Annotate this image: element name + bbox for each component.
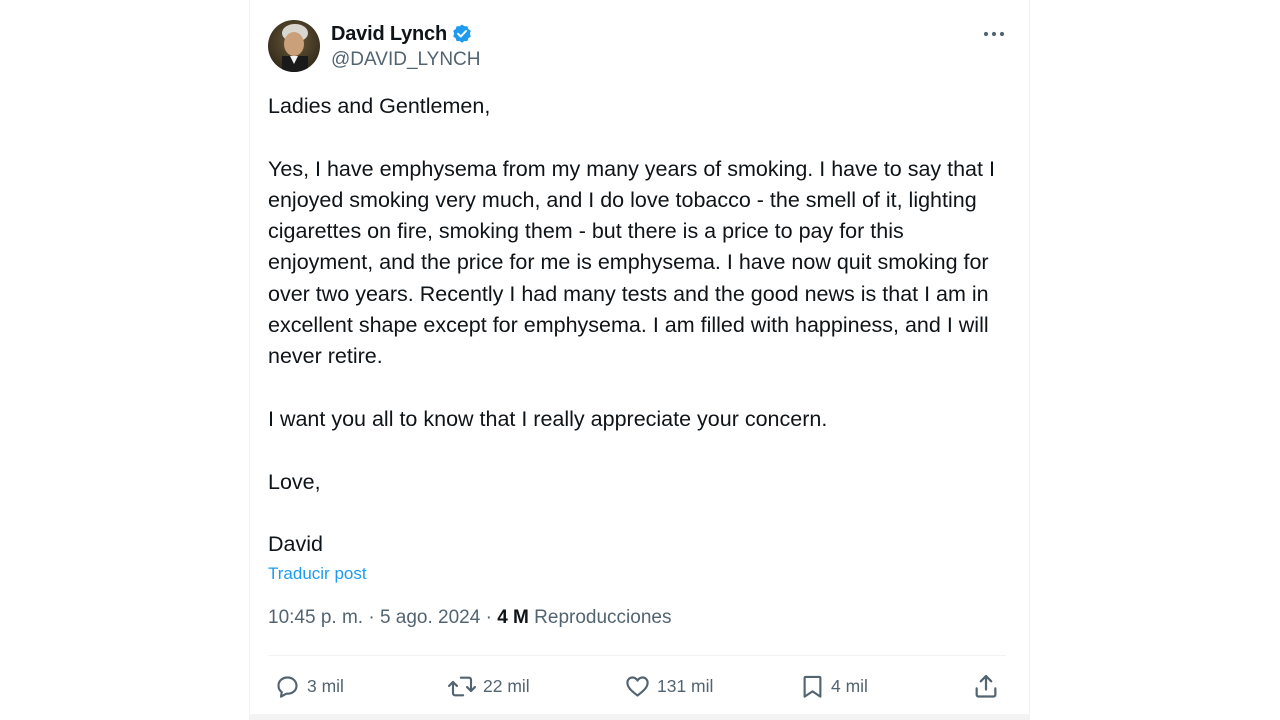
bookmark-count: 4 mil (831, 675, 868, 696)
avatar[interactable] (268, 20, 320, 72)
views-count[interactable]: 4 M (497, 607, 529, 628)
bookmark-icon (800, 673, 825, 700)
author-names: David Lynch @DAVID_LYNCH (331, 21, 481, 71)
tweet-timestamp[interactable]: 10:45 p. m. · 5 ago. 2024 · (268, 607, 497, 628)
reply-icon (274, 673, 301, 700)
divider (268, 655, 1006, 656)
translate-post-link[interactable]: Traducir post (268, 564, 367, 584)
tweet-paragraph: I want you all to know that I really app… (268, 406, 828, 431)
heart-icon (624, 673, 651, 700)
author-display-name[interactable]: David Lynch (331, 23, 447, 46)
repost-icon (447, 673, 477, 700)
page: David Lynch @DAVID_LYNCH Ladies and Gent… (0, 0, 1280, 720)
verified-badge-icon[interactable] (451, 23, 473, 45)
repost-count: 22 mil (483, 675, 530, 696)
bookmark-button[interactable]: 4 mil (800, 671, 868, 701)
like-button[interactable]: 131 mil (624, 671, 713, 701)
card-bottom-edge (249, 714, 1030, 720)
reply-count: 3 mil (307, 675, 344, 696)
reply-button[interactable]: 3 mil (274, 671, 344, 701)
tweet-paragraph: Yes, I have emphysema from my many years… (268, 156, 995, 369)
share-button[interactable] (972, 671, 1000, 701)
share-icon (972, 672, 1000, 700)
tweet-paragraph: Love, (268, 469, 321, 494)
repost-button[interactable]: 22 mil (447, 671, 530, 701)
tweet-text: Ladies and Gentlemen, Yes, I have emphys… (268, 91, 1010, 560)
tweet-header: David Lynch @DAVID_LYNCH (268, 20, 481, 74)
author-handle[interactable]: @DAVID_LYNCH (331, 49, 481, 71)
views-label: Reproducciones (528, 607, 672, 628)
tweet-meta: 10:45 p. m. · 5 ago. 2024 · 4 M Reproduc… (268, 607, 671, 629)
like-count: 131 mil (657, 675, 714, 696)
name-row: David Lynch (331, 21, 481, 47)
tweet-paragraph: Ladies and Gentlemen, (268, 94, 491, 118)
more-dots-icon[interactable] (980, 22, 1008, 46)
tweet-paragraph: David (268, 532, 323, 557)
